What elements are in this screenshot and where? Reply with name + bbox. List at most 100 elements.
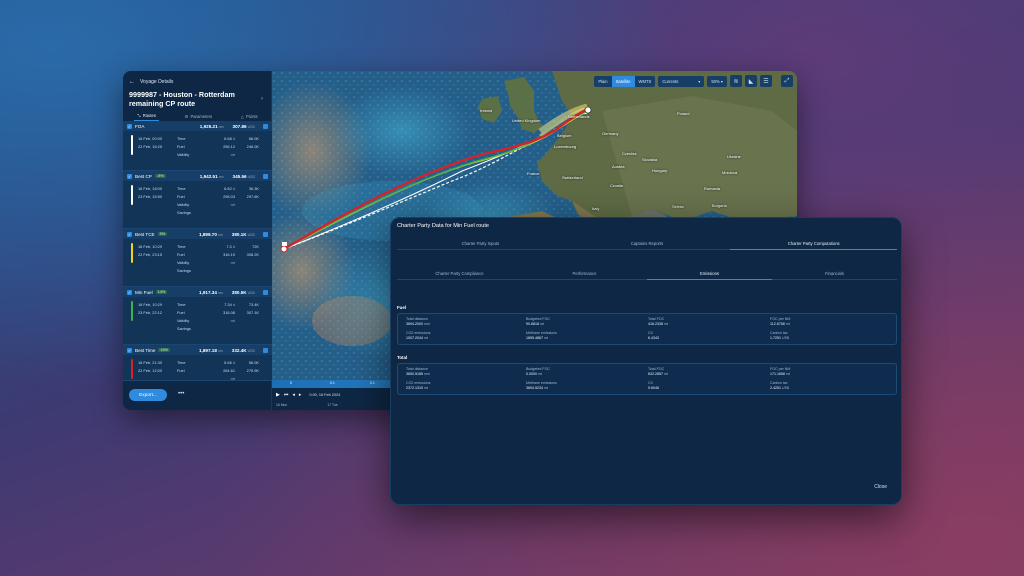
origin-flag-icon — [282, 242, 287, 246]
route-cost: 307.86USD — [232, 123, 255, 129]
route-distance: 1,942.51nm — [199, 173, 224, 179]
metric-cell: CII 9.6046 — [648, 381, 659, 391]
grid-icon[interactable] — [263, 231, 268, 237]
country-label: Ireland — [480, 108, 493, 113]
more-options-icon[interactable]: ••• — [178, 391, 184, 397]
origin-marker[interactable] — [280, 245, 288, 253]
route-metric-values: 7.34 d 316.08 mt — [223, 302, 235, 323]
grid-icon[interactable] — [263, 123, 268, 129]
tab-charter-party-computations[interactable]: Charter Party Computations — [730, 238, 898, 250]
route-header: ✓ FOA 1,925.21nm 307.86USD — [123, 121, 272, 131]
map-style-wmts[interactable]: WMTS — [635, 76, 656, 87]
savings-badge: 9% — [157, 232, 168, 236]
country-label: Ukraine — [727, 154, 741, 159]
route-metric-labels: Time Fuel Validity Savings — [177, 244, 191, 273]
map-style-plain[interactable]: Plain — [594, 76, 611, 87]
metric-value: 2372.1310 mt — [406, 386, 428, 390]
metric-value: 416.2338 mt — [648, 322, 668, 326]
country-label: Netherlands — [568, 114, 590, 119]
metric-cell: CO2 emissions 2372.1310 mt — [406, 381, 430, 391]
tab-captains-reports[interactable]: Captains Reports — [563, 238, 731, 250]
fullscreen-icon[interactable]: ⤢ — [781, 75, 793, 87]
voyage-details-header[interactable]: ← Voyage Details — [123, 71, 271, 88]
play-icon[interactable]: ▶ — [276, 392, 280, 398]
export-button[interactable]: Export... — [129, 389, 167, 401]
route-card[interactable]: ✓ Best CP -9% 1,942.51nm 345.56USD 16 Feb, 18… — [123, 171, 272, 229]
savings-badge: -9% — [154, 174, 166, 178]
country-label: Poland — [677, 111, 690, 116]
tab-charter-party-inputs[interactable]: Charter Party Inputs — [397, 238, 564, 250]
metric-cell: CII 6.4343 — [648, 331, 659, 341]
route-metric-labels: Time Fuel — [177, 360, 186, 373]
dialog-primary-tabs: Charter Party Inputs Captains Reports Ch… — [397, 238, 898, 250]
country-label: Switzerland — [562, 175, 583, 180]
metric-value: 3694.5234 mt — [526, 386, 548, 390]
route-metric-costs: 66.0K 246.0K — [246, 136, 259, 149]
layers-icon[interactable]: ≋ — [730, 75, 742, 87]
prev-icon[interactable]: ◂ — [292, 392, 295, 398]
step-back-icon[interactable]: ⏮ — [284, 392, 289, 398]
route-card[interactable]: ✓ FOA 1,925.21nm 307.86USD 16 Feb, 00:00 22 F… — [123, 121, 272, 171]
route-card[interactable]: ✓ Best Time 16% 1,897.18nm 332.4KUSD 16 Feb, … — [123, 345, 272, 381]
route-metric-values: 7.3 d 316.19 mt — [223, 244, 235, 265]
grid-icon[interactable] — [263, 173, 268, 179]
section-label-fuel: Fuel — [397, 305, 407, 310]
points-icon: △ — [240, 113, 245, 119]
chevron-down-icon: ▾ — [698, 78, 701, 84]
route-card[interactable]: ✓ Min Fuel 14% 1,917.34nm 380.5KUSD 16 Feb, 1… — [123, 287, 272, 345]
route-distance: 1,899.70nm — [199, 231, 223, 237]
country-label: Belgium — [557, 133, 572, 138]
country-label: Romania — [704, 186, 721, 191]
layer-select[interactable]: Currents ▾ — [658, 75, 705, 87]
metric-cell: CO2 emissions 1007.2044 mt — [406, 331, 430, 341]
route-metric-costs: 36.3K 297.6K — [246, 186, 259, 199]
checkbox-icon[interactable]: ✓ — [127, 123, 132, 129]
destination-marker[interactable] — [584, 106, 592, 114]
country-label: France — [527, 171, 540, 176]
chart-icon[interactable]: ◣ — [745, 75, 757, 87]
close-button[interactable]: Close — [874, 484, 887, 490]
tab-parameters[interactable]: ⚙ Parameters — [182, 111, 215, 121]
route-cost: 380.5KUSD — [231, 289, 255, 295]
checkbox-icon[interactable]: ✓ — [127, 347, 132, 353]
route-card[interactable]: ✓ Best TCE 9% 1,899.70nm 380.1KUSD 16 Feb, 10… — [123, 229, 272, 287]
back-arrow-icon[interactable]: ← — [129, 79, 135, 85]
timeline-ticks: 16 Mon 17 Tue — [276, 403, 338, 407]
route-color-bar — [131, 185, 133, 205]
metric-cell: Total FOC 632.2857 mt — [648, 367, 668, 377]
checkbox-icon[interactable]: ✓ — [127, 231, 132, 237]
timeline-controls: ▶ ⏮ ◂ ▸ 0:00, 16 Feb 2024 — [276, 392, 340, 398]
checkbox-icon[interactable]: ✓ — [127, 289, 132, 295]
country-label: Austria — [612, 164, 625, 169]
stack-icon[interactable]: ☰ — [760, 75, 772, 87]
map-toolbar: Plain Satellite WMTS Currents ▾ 50% ▾ ≋ ◣… — [594, 75, 793, 87]
country-label: Hungary — [652, 168, 668, 173]
route-name: Best CP — [135, 173, 152, 179]
tab-financials[interactable]: Financials — [772, 268, 897, 280]
tab-emissions[interactable]: Emissions — [647, 268, 772, 280]
map-style-satellite[interactable]: Satellite — [611, 75, 635, 87]
route-color-bar — [131, 243, 133, 263]
tab-charter-party-compliance[interactable]: Charter Party Compliance — [397, 268, 522, 280]
country-label: Germany — [602, 131, 619, 136]
tab-performance[interactable]: Performance — [522, 268, 647, 280]
route-dates: 16 Feb, 00:00 22 Feb, 16:25 — [138, 136, 163, 149]
grid-icon[interactable] — [263, 347, 268, 353]
checkbox-icon[interactable]: ✓ — [127, 173, 132, 179]
country-label: Croatia — [610, 183, 623, 188]
grid-icon[interactable] — [263, 289, 268, 295]
route-icon: ⤡ — [137, 113, 141, 118]
metric-value: 2.4251 US$ — [770, 386, 789, 390]
country-label: Serbia — [672, 204, 684, 209]
route-dates: 16 Feb, 10:29 23 Feb, 22:12 — [138, 302, 163, 315]
tab-points[interactable]: △ Points — [238, 111, 261, 121]
next-icon[interactable]: ▸ — [299, 392, 302, 398]
chevron-right-icon[interactable]: › — [261, 96, 263, 102]
route-color-bar — [131, 135, 133, 155]
metric-cell: Budgeted FOC 0.0000 mt — [526, 367, 550, 377]
tab-routes[interactable]: ⤡ Routes — [134, 111, 159, 121]
route-header: ✓ Min Fuel 14% 1,917.34nm 380.5KUSD — [123, 287, 272, 297]
metric-value: 1895.4867 mt — [526, 336, 548, 340]
metric-value: 9.6046 — [648, 386, 659, 390]
zoom-select[interactable]: 50% ▾ — [707, 75, 727, 87]
